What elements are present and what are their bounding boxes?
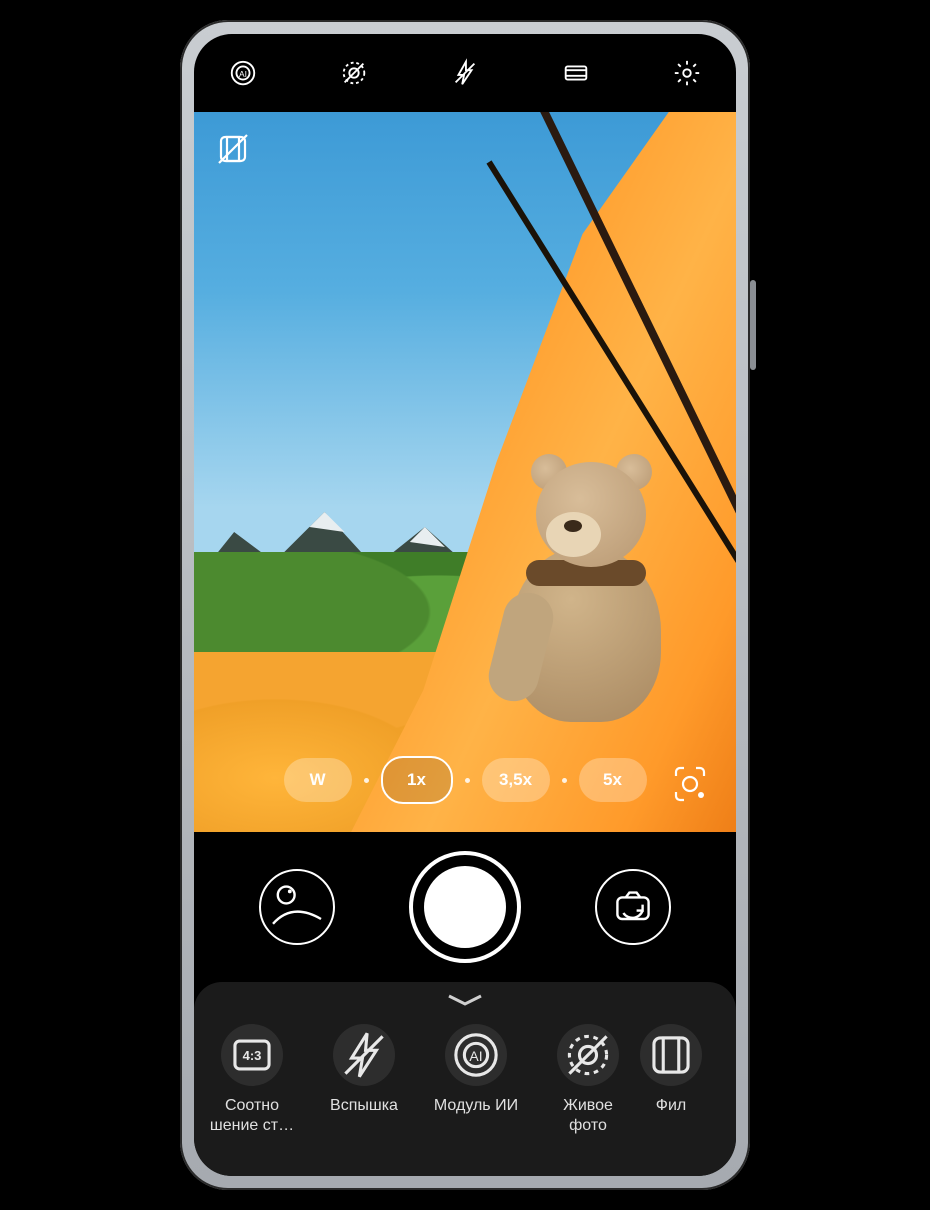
zoom-option-w[interactable]: W [284, 758, 352, 802]
tool-label: Модуль ИИ [434, 1096, 518, 1116]
camera-viewfinder[interactable]: W 1x 3,5x 5x [194, 112, 736, 832]
filter-icon [640, 1024, 702, 1086]
aspect-ratio-icon: 4:3 [221, 1024, 283, 1086]
aspect-ratio-badge: 4:3 [243, 1048, 262, 1063]
ai-icon: AI [445, 1024, 507, 1086]
viewfinder-scene-teddy-bear [476, 462, 666, 722]
settings-gear-icon[interactable] [672, 58, 702, 88]
tool-label: Фил [656, 1096, 686, 1116]
zoom-label: 5x [603, 770, 622, 790]
zoom-option-5x[interactable]: 5x [579, 758, 647, 802]
zoom-option-1x[interactable]: 1x [381, 756, 453, 804]
drawer-tools-row: 4:3 Соотно шение ст… Вспышка AI [194, 1008, 736, 1136]
phone-side-button [750, 280, 756, 370]
zoom-separator-dot [364, 778, 369, 783]
capture-row [194, 832, 736, 982]
tool-label: Вспышка [330, 1096, 398, 1116]
phone-frame: AI [180, 20, 750, 1190]
tool-aspect-ratio[interactable]: 4:3 Соотно шение ст… [206, 1024, 298, 1136]
ai-mode-icon[interactable]: AI [228, 58, 258, 88]
drawer-handle-chevron-down-icon[interactable] [443, 992, 487, 1008]
top-settings-bar: AI [194, 34, 736, 112]
zoom-option-3-5x[interactable]: 3,5x [482, 758, 550, 802]
shutter-button[interactable] [409, 851, 521, 963]
modes-drawer[interactable]: 4:3 Соотно шение ст… Вспышка AI [194, 982, 736, 1176]
zoom-separator-dot [465, 778, 470, 783]
zoom-label: 3,5x [499, 770, 532, 790]
live-photo-off-icon[interactable] [339, 58, 369, 88]
tool-ai-module[interactable]: AI Модуль ИИ [430, 1024, 522, 1116]
tool-filters[interactable]: Фил [654, 1024, 698, 1116]
flash-off-icon[interactable] [450, 58, 480, 88]
tool-live-photo[interactable]: Живое фото [542, 1024, 634, 1136]
filter-off-overlay-icon[interactable] [216, 132, 250, 166]
switch-camera-button[interactable] [595, 869, 671, 945]
zoom-label: 1x [407, 770, 426, 790]
zoom-label: W [309, 770, 325, 790]
flash-off-icon [333, 1024, 395, 1086]
svg-text:AI: AI [239, 69, 247, 79]
google-lens-button[interactable] [668, 762, 712, 806]
camera-app-screen: AI [194, 34, 736, 1176]
zoom-separator-dot [562, 778, 567, 783]
tool-label: Соотно шение ст… [206, 1096, 298, 1136]
svg-text:AI: AI [469, 1048, 482, 1064]
tool-label: Живое фото [542, 1096, 634, 1136]
tool-flash[interactable]: Вспышка [318, 1024, 410, 1116]
gallery-button[interactable] [259, 869, 335, 945]
zoom-level-row: W 1x 3,5x 5x [194, 754, 736, 806]
live-photo-off-icon [557, 1024, 619, 1086]
aspect-ratio-icon[interactable] [561, 58, 591, 88]
shutter-inner-icon [424, 866, 506, 948]
